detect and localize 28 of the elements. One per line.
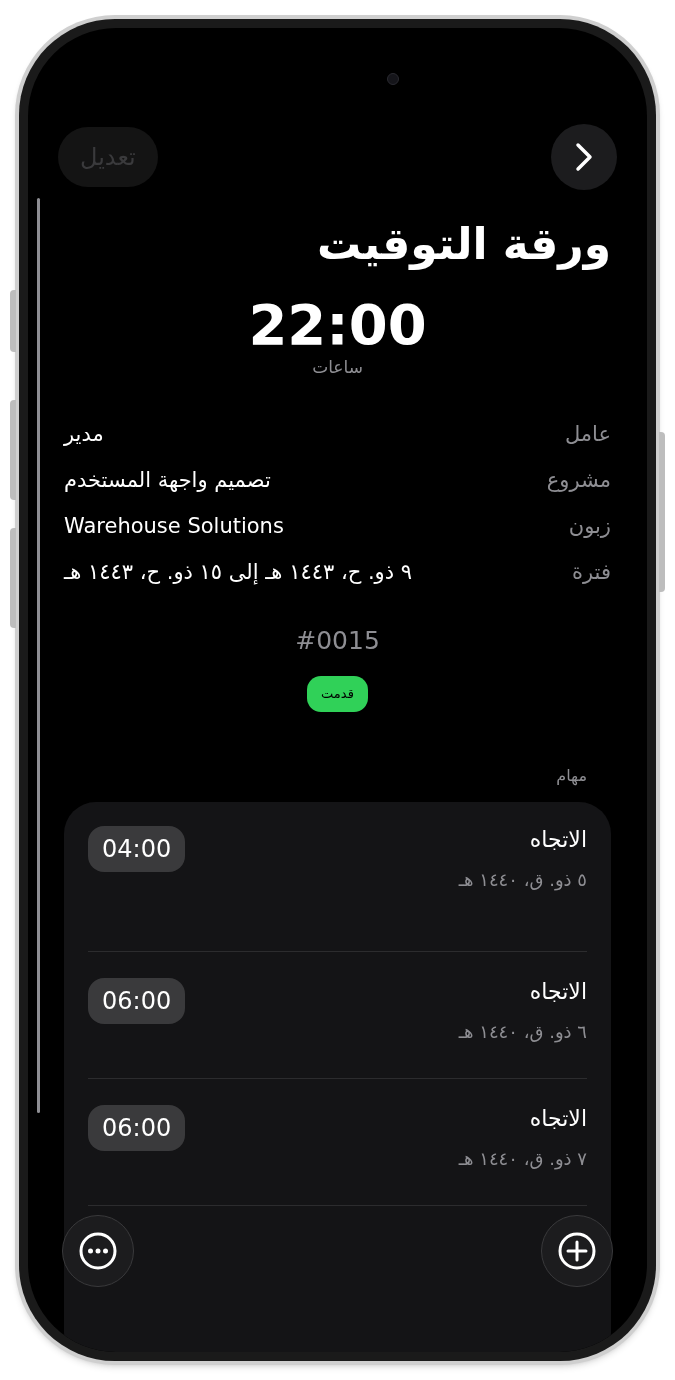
task-date: ٥ ذو. ق، ١٤٤٠ هـ xyxy=(458,867,587,892)
detail-label: مشروع xyxy=(546,467,611,495)
tasks-heading: مهام xyxy=(555,764,587,788)
more-icon xyxy=(78,1231,118,1271)
page-title: ورقة التوقيت xyxy=(316,217,611,272)
detail-value: Warehouse Solutions xyxy=(64,513,284,541)
detail-value: ٩ ذو. ح، ١٤٤٣ هـ إلى ١٥ ذو. ح، ١٤٤٣ هـ xyxy=(64,559,413,587)
task-title: الاتجاه xyxy=(528,825,587,854)
task-title: الاتجاه xyxy=(528,977,587,1006)
chevron-right-icon xyxy=(574,142,594,172)
task-title: الاتجاه xyxy=(528,1104,587,1133)
camera-icon xyxy=(387,73,399,85)
task-duration: 06:00 xyxy=(88,977,186,1024)
detail-value: تصميم واجهة المستخدم xyxy=(64,467,271,495)
task-date: ٧ ذو. ق، ١٤٤٠ هـ xyxy=(458,1146,587,1171)
task-duration: 04:00 xyxy=(88,825,186,872)
hours-unit: ساعات xyxy=(312,356,363,378)
task-date: ٦ ذو. ق، ١٤٤٠ هـ xyxy=(458,1019,587,1044)
side-button-drawing xyxy=(10,290,16,352)
plus-circle-icon xyxy=(557,1231,597,1271)
total-hours: 22:00 xyxy=(248,294,427,356)
detail-label: عامل xyxy=(564,421,611,449)
detail-value: مدير xyxy=(64,421,104,449)
timesheet-number: #0015 xyxy=(295,625,380,657)
task-duration: 06:00 xyxy=(88,1104,186,1151)
detail-label: فترة xyxy=(572,559,611,587)
status-badge: قدمت xyxy=(307,675,368,712)
detail-label: زبون xyxy=(568,513,611,541)
